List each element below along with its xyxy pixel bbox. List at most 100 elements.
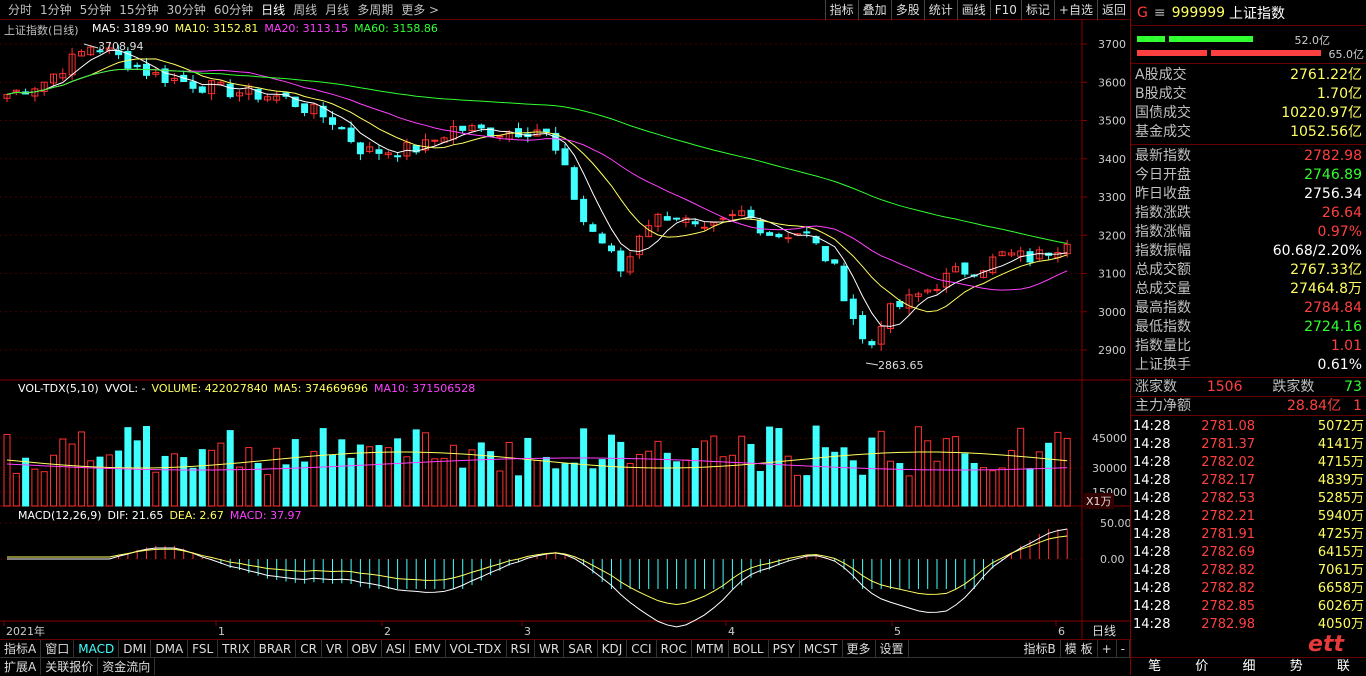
period-tab[interactable]: 15分钟: [115, 0, 162, 20]
indicator-tab[interactable]: 指标A: [0, 640, 42, 657]
toolbar-button[interactable]: 多股: [890, 0, 924, 20]
period-tab[interactable]: 1分钟: [36, 0, 76, 20]
side-footer-tab[interactable]: 价: [1178, 658, 1225, 675]
volume-bar: [263, 474, 271, 507]
indicator-tab[interactable]: MCST: [800, 640, 843, 657]
toolbar-button[interactable]: 画线: [956, 0, 990, 20]
kline-chart[interactable]: 3700 3600 3500 3400 3300 3200 3100 3000 2900 4500…: [0, 20, 1130, 659]
indicator-tab-right[interactable]: 模 板: [1061, 640, 1098, 658]
menu-icon[interactable]: ≡: [1154, 5, 1166, 21]
period-tab[interactable]: 日线: [257, 0, 289, 20]
net-flow-row: 主力净额 28.84亿 1: [1131, 397, 1366, 416]
indicator-tab[interactable]: WR: [535, 640, 565, 657]
indicator-tab-right[interactable]: +: [1098, 640, 1117, 658]
volume-bar: [1007, 449, 1015, 507]
volume-bar: [1045, 442, 1053, 507]
toolbar-button[interactable]: 标记: [1020, 0, 1054, 20]
tick-time: 14:28: [1133, 545, 1171, 560]
indicator-tab[interactable]: 窗口: [41, 640, 75, 657]
toolbar-button[interactable]: 统计: [923, 0, 957, 20]
extension-tab[interactable]: 资金流向: [98, 658, 156, 675]
indicator-tab[interactable]: VOL-TDX: [446, 640, 507, 657]
volume-bar: [701, 440, 708, 507]
volume-bar: [552, 468, 560, 507]
indicator-tab[interactable]: TRIX: [218, 640, 255, 657]
indicator-tab[interactable]: SAR: [564, 640, 598, 657]
toolbar-button[interactable]: 返回: [1096, 0, 1130, 20]
indicator-tab[interactable]: MTM: [692, 640, 729, 657]
volume-bar: [40, 471, 48, 507]
side-footer-tab[interactable]: 笔: [1131, 658, 1178, 675]
candle-body: [1026, 251, 1034, 263]
period-tab[interactable]: 30分钟: [163, 0, 210, 20]
indicator-tab[interactable]: DMI: [119, 640, 152, 657]
period-tab[interactable]: 更多 >: [397, 0, 443, 20]
tick-volume: 6658万: [1317, 581, 1364, 596]
period-tab[interactable]: 月线: [321, 0, 353, 20]
extension-tabs: 扩展A 关联报价 资金流向: [0, 657, 1130, 675]
toolbar-button[interactable]: F10: [989, 0, 1021, 20]
volume-bar: [738, 435, 746, 507]
side-footer-tab[interactable]: 联: [1320, 658, 1366, 675]
low-price-label: 2863.65: [878, 359, 924, 372]
indicator-tab[interactable]: DMA: [151, 640, 189, 657]
volume-bar: [719, 456, 727, 507]
indicator-tab[interactable]: EMV: [410, 640, 446, 657]
indicator-tab[interactable]: RSI: [507, 640, 536, 657]
extension-tab[interactable]: 扩展A: [0, 658, 42, 675]
volume-bar: [105, 454, 113, 507]
quote-row: 指数涨幅 0.97%: [1131, 223, 1366, 242]
x-tick-label: 4: [728, 625, 735, 638]
indicator-tab[interactable]: PSY: [769, 640, 800, 657]
side-footer-tab[interactable]: 势: [1273, 658, 1320, 675]
indicator-tab[interactable]: OBV: [348, 640, 383, 657]
volume-bar: [803, 475, 811, 507]
quote-label: 最低指数: [1135, 319, 1191, 335]
period-tab[interactable]: 分时: [4, 0, 36, 20]
indicator-tab[interactable]: FSL: [188, 640, 219, 657]
indicator-tab[interactable]: ROC: [657, 640, 692, 657]
volume-bar: [496, 470, 504, 507]
turnover-row: 基金成交 1052.56亿: [1131, 123, 1366, 142]
candle-body: [775, 233, 783, 238]
tick-row: 14:28 2782.82 6658万: [1131, 580, 1366, 598]
indicator-tab[interactable]: 设置: [876, 640, 909, 657]
group-marker[interactable]: G: [1137, 5, 1148, 21]
price-tick-label: 3000: [1098, 306, 1126, 319]
toolbar-button[interactable]: +自选: [1053, 0, 1097, 20]
indicator-tab[interactable]: ASI: [382, 640, 411, 657]
extension-tab[interactable]: 关联报价: [41, 658, 99, 675]
quote-value: 2756.34: [1304, 186, 1362, 202]
indicator-tab[interactable]: BOLL: [729, 640, 769, 657]
legend-item: VOLUME: 422027840: [151, 382, 268, 395]
volume-bar: [375, 445, 383, 507]
indicator-tab[interactable]: MACD: [74, 640, 120, 657]
toolbar-button[interactable]: 叠加: [857, 0, 891, 20]
turnover-row: A股成交 2761.22亿: [1131, 66, 1366, 85]
indicator-tab[interactable]: BRAR: [255, 640, 297, 657]
tick-volume: 6026万: [1317, 599, 1364, 614]
tick-list[interactable]: 14:28 2781.08 5072万 14:28 2781.37 4141万 14:28 2…: [1131, 416, 1366, 634]
macd-legend: MACD(12,26,9) DIF: 21.65 DEA: 2.67 MACD: 37…: [18, 509, 308, 522]
candle-body: [459, 125, 467, 131]
indicator-tab[interactable]: CR: [296, 640, 322, 657]
candle-body: [198, 86, 206, 93]
period-tab[interactable]: 5分钟: [76, 0, 116, 20]
indicator-tab[interactable]: VR: [322, 640, 348, 657]
indicator-tab-right[interactable]: -: [1117, 640, 1130, 658]
indicator-tab[interactable]: KDJ: [598, 640, 628, 657]
x-tick-label: 2: [384, 625, 391, 638]
period-toolbar: 分时 1分钟 5分钟 15分钟 30分钟 60分钟 日线 周线 月线 多周期 更多 > 指标 叠加 多股…: [0, 0, 1130, 20]
period-tab[interactable]: 多周期: [353, 0, 397, 20]
quote-row: 今日开盘 2746.89: [1131, 166, 1366, 185]
toolbar-button[interactable]: 指标: [824, 0, 858, 20]
indicator-tab-right[interactable]: 指标B: [1020, 640, 1061, 658]
volume-bar: [859, 474, 867, 507]
period-tab[interactable]: 周线: [289, 0, 321, 20]
side-footer-tab[interactable]: 细: [1225, 658, 1272, 675]
indicator-tab[interactable]: CCI: [627, 640, 657, 657]
indicator-tab[interactable]: 更多: [843, 640, 876, 657]
period-tab[interactable]: 60分钟: [210, 0, 257, 20]
volume-bar: [756, 470, 764, 507]
volume-bar: [515, 475, 522, 507]
